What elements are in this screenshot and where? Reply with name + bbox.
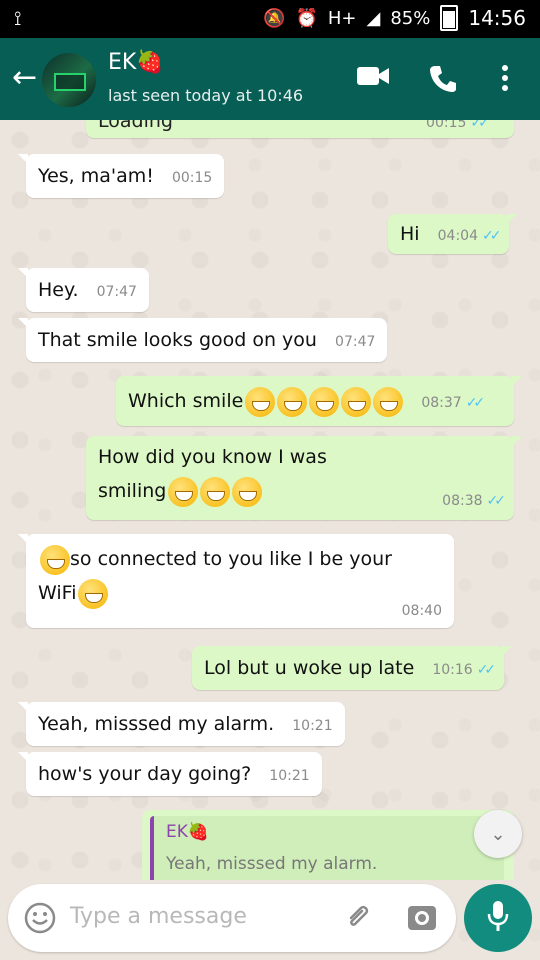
- attach-icon[interactable]: [342, 900, 376, 938]
- more-options-icon[interactable]: [500, 64, 510, 96]
- message-text: Which smile: [128, 390, 244, 412]
- network-type: H+: [327, 7, 357, 29]
- message-time: 07:47: [96, 284, 137, 300]
- status-icons: 🔕 ⏰ H+ ◢ 85% 14:56: [263, 5, 526, 31]
- message-input-bar: Type a message: [8, 884, 456, 952]
- scroll-to-bottom-button[interactable]: ⌄: [474, 810, 522, 858]
- relieved-emoji-icon: [78, 578, 109, 609]
- joy-emoji-icon: [245, 386, 276, 417]
- message-time: 10:16: [432, 662, 473, 678]
- status-bar: ⟟ 🔕 ⏰ H+ ◢ 85% 14:56: [0, 0, 540, 38]
- read-ticks-icon: ✓✓: [470, 120, 490, 131]
- joy-emoji-icon: [40, 544, 70, 575]
- message-text: Hey.: [38, 279, 79, 301]
- message-time: 00:15: [171, 170, 213, 186]
- chevron-down-icon: ⌄: [490, 823, 506, 845]
- phone-icon[interactable]: [428, 64, 458, 98]
- joy-emoji-icon: [277, 386, 308, 417]
- clock: 14:56: [468, 6, 526, 30]
- camera-icon[interactable]: [406, 902, 438, 938]
- alarm-icon: ⏰: [295, 7, 318, 29]
- signal-icon: ◢: [366, 7, 381, 29]
- message-text: WiFi: [38, 582, 77, 604]
- quoted-message-bubble[interactable]: EK🍓 Yeah, misssed my alarm.: [142, 810, 514, 880]
- mute-icon: 🔕: [263, 7, 286, 29]
- read-ticks-icon: ✓✓: [486, 493, 507, 509]
- message-bubble[interactable]: Yeah, misssed my alarm. 10:21: [18, 702, 345, 746]
- message-bubble[interactable]: so connected to you like I be your WiFi …: [18, 534, 454, 628]
- message-bubble[interactable]: how's your day going? 10:21: [18, 752, 322, 796]
- message-time: 00:15: [426, 120, 467, 131]
- contact-name[interactable]: EK🍓: [108, 50, 164, 75]
- message-text: smiling: [98, 480, 167, 502]
- message-text: Yeah, misssed my alarm.: [38, 713, 275, 735]
- wifi-icon: ⟟: [14, 6, 22, 30]
- message-text: Lol but u woke up late: [204, 657, 415, 679]
- message-time: 07:47: [335, 334, 376, 350]
- joy-emoji-icon: [341, 386, 372, 417]
- message-text: Hi: [400, 223, 420, 245]
- quoted-reply[interactable]: EK🍓 Yeah, misssed my alarm.: [150, 816, 504, 880]
- message-text: Loading: [98, 120, 173, 132]
- message-time: 08:38: [442, 493, 483, 509]
- message-text: so connected to you like I be your: [70, 548, 392, 570]
- quoted-text: Yeah, misssed my alarm.: [166, 854, 378, 874]
- message-bubble[interactable]: Hey. 07:47: [18, 268, 149, 312]
- message-time: 10:21: [269, 768, 310, 784]
- message-time: 04:04: [437, 228, 478, 244]
- message-bubble[interactable]: That smile looks good on you 07:47: [17, 318, 388, 362]
- last-seen: last seen today at 10:46: [108, 86, 304, 105]
- read-ticks-icon: ✓✓: [465, 395, 486, 411]
- message-bubble[interactable]: Yes, ma'am! 00:15: [17, 154, 225, 198]
- message-text: That smile looks good on you: [38, 329, 317, 351]
- message-time: 10:21: [292, 718, 333, 734]
- emoji-icon[interactable]: [24, 902, 56, 938]
- grin-emoji-icon: [232, 476, 263, 507]
- message-time: 08:37: [421, 395, 462, 411]
- avatar[interactable]: [42, 53, 96, 107]
- quoted-sender: EK🍓: [166, 822, 210, 842]
- sweat-smile-emoji-icon: [373, 386, 404, 417]
- chat-header: ← EK🍓 last seen today at 10:46: [0, 38, 540, 120]
- video-call-icon[interactable]: [356, 64, 390, 92]
- message-text: how's your day going?: [38, 763, 252, 785]
- message-bubble[interactable]: Which smile 08:37 ✓✓: [116, 376, 522, 426]
- message-text: Yes, ma'am!: [38, 165, 154, 187]
- read-ticks-icon: ✓✓: [481, 228, 502, 244]
- message-bubble[interactable]: How did you know I was smiling 08:38 ✓✓: [86, 436, 522, 520]
- grin-emoji-icon: [200, 476, 231, 507]
- message-bubble[interactable]: Hi 04:04 ✓✓: [388, 214, 518, 254]
- mic-icon: [486, 899, 510, 937]
- back-arrow-icon[interactable]: ←: [12, 60, 37, 95]
- message-time: 08:40: [401, 603, 442, 619]
- message-input[interactable]: Type a message: [70, 904, 247, 929]
- battery-icon: [440, 5, 459, 31]
- mic-button[interactable]: [464, 884, 532, 952]
- joy-emoji-icon: [309, 386, 340, 417]
- grin-emoji-icon: [168, 476, 199, 507]
- message-bubble[interactable]: Lol but u woke up late 10:16 ✓✓: [192, 646, 513, 690]
- message-text: How did you know I was: [98, 446, 327, 468]
- message-list: Loading 00:15 ✓✓ Yes, ma'am! 00:15 Hi 04:…: [0, 120, 540, 880]
- message-bubble[interactable]: Loading 00:15 ✓✓: [86, 120, 514, 138]
- read-ticks-icon: ✓✓: [476, 662, 497, 678]
- battery-percent: 85%: [390, 7, 431, 29]
